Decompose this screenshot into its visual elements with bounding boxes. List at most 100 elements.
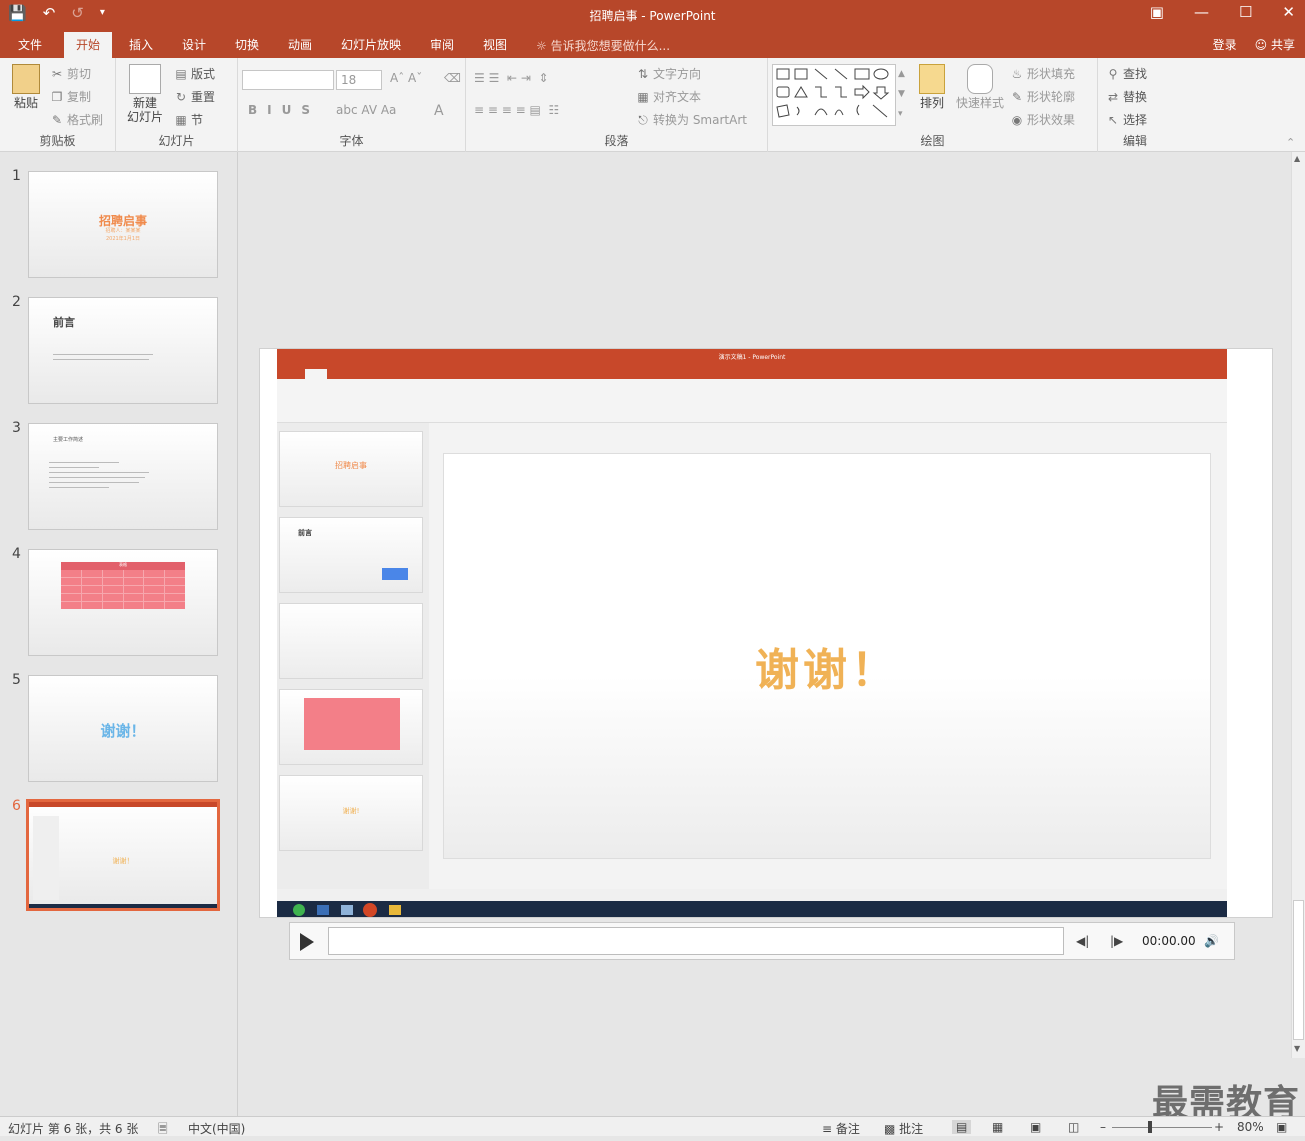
scroll-down-icon[interactable]: ▼ (1294, 1044, 1300, 1053)
text-direction-button[interactable]: ⇅ 文字方向 (636, 65, 701, 82)
select-button[interactable]: ↖ 选择 (1106, 111, 1147, 128)
slide-thumb-4[interactable]: 表格 (28, 549, 218, 656)
pen-icon: ✎ (1011, 90, 1023, 104)
shapes-gallery[interactable] (772, 64, 896, 126)
play-icon[interactable] (300, 933, 314, 951)
text-line (49, 482, 139, 483)
search-icon: ⚲ (1108, 67, 1118, 81)
login-link[interactable]: 登录 (1213, 36, 1237, 53)
quick-styles-button[interactable]: 快速样式 (954, 64, 1006, 110)
find-button[interactable]: ⚲ 查找 (1106, 65, 1147, 82)
maximize-icon[interactable]: ☐ (1239, 3, 1252, 21)
font-name-input[interactable] (242, 70, 334, 90)
step-back-icon[interactable]: ◀​| (1076, 934, 1089, 948)
comments-button[interactable]: ▩ 批注 (884, 1120, 923, 1137)
smartart-icon: ⎋ (638, 113, 648, 127)
bullet-list-icon[interactable]: ☰ ☰ ⇤ ⇥ ⇕ (474, 71, 549, 85)
shape-outline-button[interactable]: ✎ 形状轮廓 (1010, 88, 1075, 105)
spell-check-icon[interactable]: 🗏 (158, 1120, 168, 1141)
font-color-icon[interactable]: A (434, 103, 444, 119)
collapse-ribbon-icon[interactable]: ⌃ (1286, 136, 1295, 149)
slide-thumb-3[interactable]: 主要工作简述 (28, 423, 218, 530)
language-indicator[interactable]: 中文(中国) (188, 1120, 245, 1137)
volume-icon[interactable]: 🔊 (1204, 934, 1219, 948)
media-progress-bar[interactable] (328, 927, 1064, 955)
close-icon[interactable]: ✕ (1282, 3, 1295, 21)
tab-file[interactable]: 文件 (18, 36, 42, 53)
app-icon (293, 904, 305, 916)
font-size-input[interactable]: 18 (336, 70, 382, 90)
new-slide-label-1: 新建 (132, 96, 157, 110)
slide-sorter-icon[interactable]: ▦ (992, 1120, 1003, 1134)
slide-thumb-1[interactable]: 招聘启事 招聘人：某某某 2021年1月1日 (28, 171, 218, 278)
slide-thumb-6[interactable]: 谢谢！ (26, 799, 220, 911)
powerpoint-icon (363, 903, 377, 917)
section-button[interactable]: ▦ 节 (174, 111, 203, 128)
zoom-slider-thumb[interactable] (1148, 1121, 1152, 1133)
smartart-button[interactable]: ⎋ 转换为 SmartArt (636, 111, 747, 128)
scroll-thumb[interactable] (1293, 900, 1304, 1040)
shape-fill-button[interactable]: ♨ 形状填充 (1010, 65, 1075, 82)
font-style-icons[interactable]: BIUS (248, 103, 320, 117)
tab-insert[interactable]: 插入 (129, 36, 153, 53)
video-ribbon (277, 379, 1227, 423)
thumb-date: 2021年1月1日 (105, 236, 141, 242)
zoom-level[interactable]: 80% (1237, 1120, 1264, 1134)
zoom-in-icon[interactable]: + (1214, 1120, 1224, 1134)
align-text-button[interactable]: ▦ 对齐文本 (636, 88, 701, 105)
tab-review[interactable]: 审阅 (430, 36, 454, 53)
tab-animations[interactable]: 动画 (288, 36, 312, 53)
tab-view[interactable]: 视图 (483, 36, 507, 53)
effects-icon: ◉ (1011, 113, 1023, 127)
folder-icon (389, 905, 401, 915)
reset-button[interactable]: ↻ 重置 (174, 88, 215, 105)
clipboard-group-label: 剪贴板 (39, 134, 76, 148)
arrange-button[interactable]: 排列 (914, 64, 950, 110)
reading-view-icon[interactable]: ▣ (1030, 1120, 1041, 1134)
current-slide[interactable]: 演示文稿1 - PowerPoint 招聘启事 前言 谢谢! 谢谢！ (259, 348, 1273, 918)
video-thumb-title: 前言 (298, 529, 312, 537)
align-text-label: 对齐文本 (653, 90, 702, 104)
slide-thumbnails-pane: 1 招聘启事 招聘人：某某某 2021年1月1日 2 前言 3 主要工作简述 4… (0, 152, 238, 1116)
shapes-scroll-icon[interactable]: ▲ ▼ ▾ (898, 64, 905, 124)
minimize-icon[interactable]: — (1194, 3, 1209, 21)
step-forward-icon[interactable]: |▶ (1110, 934, 1123, 948)
char-spacing-icon[interactable]: abc AV Aa (336, 103, 396, 117)
tab-design[interactable]: 设计 (182, 36, 206, 53)
fit-slide-icon[interactable]: ▣ (1276, 1120, 1287, 1134)
tab-transitions[interactable]: 切换 (235, 36, 259, 53)
normal-view-icon[interactable]: ▤ (952, 1120, 972, 1134)
clear-format-icon[interactable]: ⌫ (444, 71, 461, 85)
video-taskbar (277, 901, 1227, 917)
new-slide-button[interactable]: 新建 幻灯片 (122, 64, 168, 124)
replace-button[interactable]: ⇄ 替换 (1106, 88, 1147, 105)
format-painter-button[interactable]: ✎ 格式刷 (50, 111, 103, 128)
slide-thumb-2[interactable]: 前言 (28, 297, 218, 404)
video-slide-stage: 谢谢！ (443, 453, 1211, 859)
tab-slideshow[interactable]: 幻灯片放映 (341, 36, 401, 53)
thumb-number: 1 (12, 168, 21, 184)
cut-button[interactable]: ✂ 剪切 (50, 65, 91, 82)
align-icons[interactable]: ≡ ≡ ≡ ≡ ▤ ☷ (474, 103, 559, 117)
slide-thumb-5[interactable]: 谢谢！ (28, 675, 218, 782)
tab-home[interactable]: 开始 (64, 32, 113, 58)
paste-button[interactable]: 粘贴 (8, 64, 44, 110)
increase-font-icon[interactable]: Aˆ Aˇ (390, 71, 422, 85)
vertical-scrollbar[interactable]: ▲ ▼ (1291, 152, 1305, 1058)
tell-me-box[interactable]: ☼ 告诉我您想要做什么... (536, 37, 670, 54)
zoom-slider[interactable] (1112, 1127, 1212, 1128)
share-button[interactable]: ☺ 共享 (1255, 36, 1295, 53)
thumb-video-titlebar (29, 802, 217, 807)
brush-icon: ✎ (51, 113, 63, 127)
slideshow-icon[interactable]: ◫ (1068, 1120, 1079, 1134)
notes-button[interactable]: ≡ 备注 (822, 1120, 860, 1137)
tell-me-text: 告诉我您想要做什么... (550, 39, 671, 53)
title-bar: 💾 ↶ ↺ ▾ 招聘启事 - PowerPoint ▣ — ☐ ✕ (0, 0, 1305, 30)
ribbon-display-icon[interactable]: ▣ (1150, 3, 1164, 21)
shape-effects-button[interactable]: ◉ 形状效果 (1010, 111, 1075, 128)
scroll-up-icon[interactable]: ▲ (1294, 154, 1300, 163)
embedded-video[interactable]: 演示文稿1 - PowerPoint 招聘启事 前言 谢谢! 谢谢！ (277, 349, 1227, 917)
zoom-out-icon[interactable]: – (1100, 1120, 1106, 1134)
layout-button[interactable]: ▤ 版式 (174, 65, 215, 82)
copy-button[interactable]: ❐ 复制 (50, 88, 91, 105)
